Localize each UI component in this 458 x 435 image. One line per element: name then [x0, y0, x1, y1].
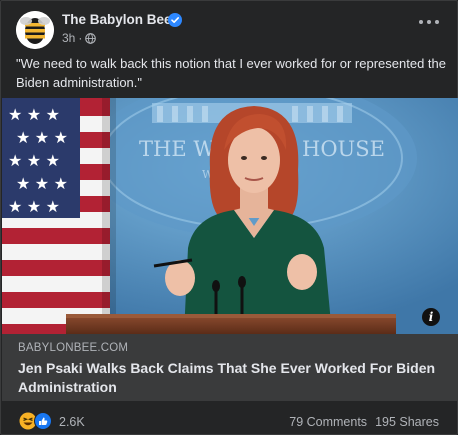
reaction-count[interactable]: 2.6K: [59, 415, 85, 429]
page-avatar[interactable]: [16, 11, 54, 49]
svg-text:★ ★ ★: ★ ★ ★: [16, 130, 68, 147]
reactions-icons[interactable]: [19, 412, 53, 430]
info-icon[interactable]: i: [422, 308, 440, 326]
meta-separator: ·: [78, 31, 83, 45]
globe-icon: [85, 32, 97, 44]
post-card: The Babylon Bee 3h · "We need to walk ba…: [0, 0, 458, 435]
dot-icon: [435, 20, 439, 24]
more-options-button[interactable]: [419, 15, 439, 29]
link-domain: BABYLONBEE.COM: [18, 342, 129, 354]
post-photo[interactable]: THE W HOUSE W ★ ★ ★ ★ ★ ★ ★ ★ ★ ★ ★ ★ ★ …: [2, 98, 458, 334]
post-meta: 3h ·: [62, 31, 97, 45]
verified-badge-icon: [168, 13, 182, 27]
dot-icon: [419, 20, 423, 24]
comments-count-link[interactable]: 79 Comments: [289, 415, 367, 429]
babylon-bee-logo-icon: [16, 11, 54, 49]
svg-text:★ ★ ★: ★ ★ ★: [8, 199, 60, 216]
press-briefing-image: THE W HOUSE W ★ ★ ★ ★ ★ ★ ★ ★ ★ ★ ★ ★ ★ …: [2, 98, 458, 334]
svg-text:★ ★ ★: ★ ★ ★: [8, 107, 60, 124]
backdrop-text-left: THE W: [139, 137, 215, 161]
dot-icon: [427, 20, 431, 24]
page-name-link[interactable]: The Babylon Bee: [62, 12, 172, 27]
like-icon: [34, 412, 52, 430]
svg-text:★ ★ ★: ★ ★ ★: [8, 153, 60, 170]
post-text: "We need to walk back this notion that I…: [16, 56, 446, 90]
link-title[interactable]: Jen Psaki Walks Back Claims That She Eve…: [18, 359, 438, 397]
haha-icon: [19, 412, 37, 430]
engagement-stats: 79 Comments 195 Shares: [289, 415, 439, 429]
backdrop-text-right: HOUSE: [302, 137, 385, 161]
link-preview[interactable]: BABYLONBEE.COM Jen Psaki Walks Back Clai…: [2, 334, 458, 401]
svg-text:★ ★ ★: ★ ★ ★: [16, 176, 68, 193]
post-timestamp[interactable]: 3h: [62, 31, 75, 45]
shares-count-link[interactable]: 195 Shares: [375, 415, 439, 429]
american-flag: ★ ★ ★ ★ ★ ★ ★ ★ ★ ★ ★ ★ ★ ★ ★: [2, 98, 116, 334]
